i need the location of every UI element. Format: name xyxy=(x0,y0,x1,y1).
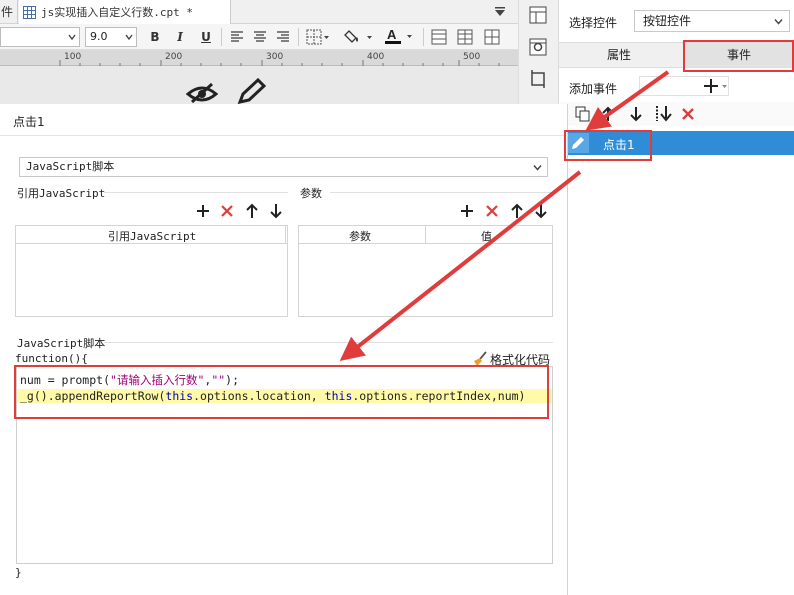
chevron-down-icon xyxy=(68,34,76,41)
select-control-label: 选择控件 xyxy=(569,16,618,30)
editor-tab-bar: 件 js实现插入自定义行数.cpt * xyxy=(0,0,518,24)
move-bottom-icon[interactable] xyxy=(653,105,673,123)
ref-js-table-header: 引用JavaScript xyxy=(16,226,287,244)
font-size-value: 9.0 xyxy=(90,30,108,43)
border-icon[interactable] xyxy=(306,29,330,45)
script-type-value: JavaScript脚本 xyxy=(26,160,115,173)
event-item-highlight-box xyxy=(564,130,652,161)
document-tab-label: js实现插入自定义行数.cpt * xyxy=(41,6,193,19)
delete-icon[interactable] xyxy=(681,107,695,121)
remove-param-icon[interactable] xyxy=(483,202,501,220)
section-divider xyxy=(104,342,553,343)
ref-js-table[interactable]: 引用JavaScript xyxy=(15,225,288,317)
title-divider xyxy=(0,135,568,136)
events-tab-highlight-box xyxy=(683,40,794,72)
toolbar-separator xyxy=(221,28,222,46)
params-table-header: 参数 值 xyxy=(299,226,552,244)
underline-button[interactable]: U xyxy=(196,27,216,47)
params-section-label: 参数 xyxy=(300,187,322,200)
cell-element-icon[interactable] xyxy=(529,6,547,24)
param-down-icon[interactable] xyxy=(532,202,550,220)
toolbar-separator xyxy=(298,28,299,46)
add-param-icon[interactable] xyxy=(458,202,476,220)
add-ref-js-icon[interactable] xyxy=(194,202,212,220)
side-tool-strip xyxy=(518,0,558,104)
widget-properties-panel: 选择控件 按钮控件 属性 事件 添加事件 点击1 xyxy=(558,0,794,595)
param-up-icon[interactable] xyxy=(508,202,526,220)
tab-fragment[interactable]: 件 xyxy=(0,0,18,24)
font-family-combo[interactable] xyxy=(0,27,80,47)
fill-color-icon[interactable] xyxy=(344,28,374,46)
params-table[interactable]: 参数 值 xyxy=(298,225,553,317)
document-tab[interactable]: js实现插入自定义行数.cpt * xyxy=(19,0,231,24)
code-highlight-box xyxy=(14,365,549,419)
move-up-icon[interactable] xyxy=(601,106,615,122)
move-down-icon[interactable] xyxy=(629,106,643,122)
control-type-value: 按钮控件 xyxy=(643,14,692,28)
chevron-down-icon xyxy=(533,165,542,171)
chevron-down-icon xyxy=(774,19,783,25)
italic-button[interactable]: I xyxy=(170,27,190,47)
ref-js-down-icon[interactable] xyxy=(267,202,285,220)
ref-js-column-header: 引用JavaScript xyxy=(108,230,197,243)
report-canvas xyxy=(0,66,518,104)
add-event-row: 添加事件 xyxy=(559,72,794,100)
section-divider xyxy=(104,192,288,193)
control-type-select[interactable]: 按钮控件 xyxy=(634,10,790,32)
code-function-close: } xyxy=(15,566,22,579)
format-toolbar: 9.0 B I U A xyxy=(0,24,518,50)
add-event-label: 添加事件 xyxy=(569,82,618,96)
tab-properties[interactable]: 属性 xyxy=(559,43,679,67)
tab-list-menu-icon[interactable] xyxy=(492,4,508,20)
hidden-eye-icon xyxy=(186,82,218,104)
dialog-title: 点击1 xyxy=(13,115,45,129)
javascript-event-dialog: 点击1 JavaScript脚本 引用JavaScript 引用JavaScri… xyxy=(0,104,568,595)
code-function-open: function(){ xyxy=(15,352,88,365)
event-list-toolbar xyxy=(559,102,794,126)
copy-icon[interactable] xyxy=(575,106,591,122)
ref-js-section-label: 引用JavaScript xyxy=(17,187,106,200)
param-value-column-header: 值 xyxy=(481,230,492,243)
chevron-down-icon xyxy=(125,34,133,41)
script-type-select[interactable]: JavaScript脚本 xyxy=(19,157,548,177)
section-divider xyxy=(330,192,552,193)
bold-button[interactable]: B xyxy=(145,27,165,47)
table-grid-icon[interactable] xyxy=(484,29,500,45)
font-size-combo[interactable]: 9.0 xyxy=(85,27,137,47)
merge-cells-icon[interactable] xyxy=(431,29,447,45)
font-color-icon[interactable]: A xyxy=(383,27,415,47)
pencil-icon xyxy=(237,78,266,104)
align-center-icon[interactable] xyxy=(253,30,267,44)
svg-text:A: A xyxy=(387,27,397,42)
align-left-icon[interactable] xyxy=(230,30,244,44)
toolbar-separator xyxy=(423,28,424,46)
split-cells-icon[interactable] xyxy=(457,29,473,45)
script-section-label: JavaScript脚本 xyxy=(17,337,106,350)
add-event-icon[interactable] xyxy=(703,78,733,94)
report-file-icon xyxy=(23,5,36,19)
param-name-column-header: 参数 xyxy=(349,230,371,243)
horizontal-ruler: 100 200 300 400 500 xyxy=(0,50,518,66)
widget-settings-icon[interactable] xyxy=(529,38,547,56)
ref-js-up-icon[interactable] xyxy=(243,202,261,220)
align-right-icon[interactable] xyxy=(276,30,290,44)
crop-frame-icon[interactable] xyxy=(529,70,547,88)
remove-ref-js-icon[interactable] xyxy=(218,202,236,220)
